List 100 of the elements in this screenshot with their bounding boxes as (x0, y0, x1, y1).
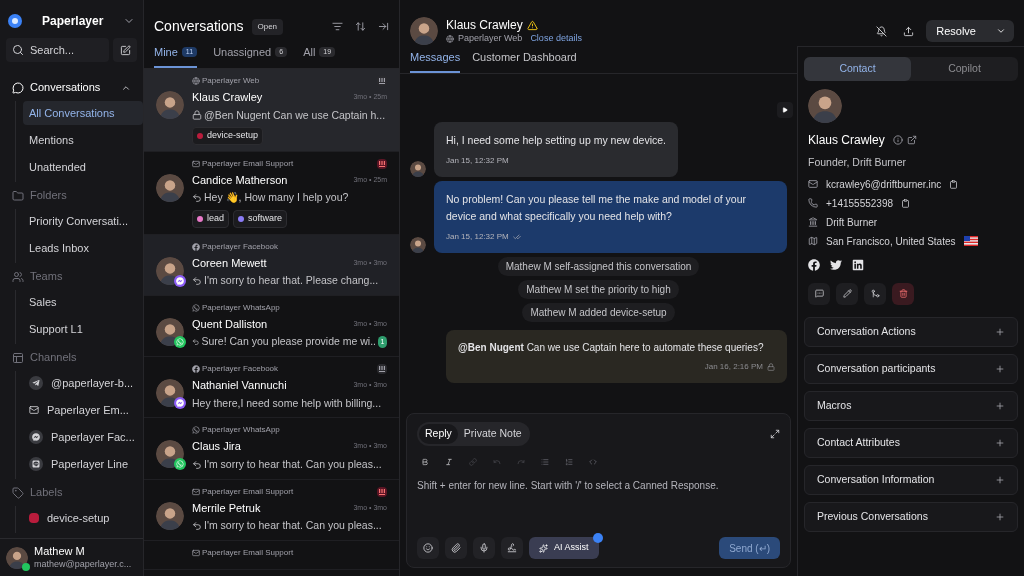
read-receipt-icon (512, 233, 521, 241)
plus-icon (995, 326, 1005, 337)
section-heading[interactable]: Folders (30, 187, 67, 204)
user-email: mathew@paperlayer.c... (34, 558, 132, 570)
composer-tab[interactable]: Reply (419, 424, 458, 444)
sidebar-item[interactable]: Sales (23, 290, 143, 314)
sidebar-item[interactable]: Unattended (23, 155, 143, 179)
avatar (6, 546, 28, 569)
merge-icon[interactable] (864, 282, 886, 305)
plus-icon (995, 511, 1005, 522)
accordion-section[interactable]: Conversation Information (804, 464, 1018, 495)
accordion-section[interactable]: Previous Conversations (804, 501, 1018, 532)
sidebar-item[interactable]: Paperlayer Line (23, 452, 143, 476)
accordion-section[interactable]: Conversation Actions (804, 316, 1018, 347)
sidebar-item[interactable]: Leads Inbox (23, 236, 143, 260)
workspace-name[interactable]: Paperlayer (42, 12, 104, 30)
telegram-icon (29, 376, 43, 390)
section-heading[interactable]: Teams (30, 268, 63, 285)
contact-name: Merrile Petruk (192, 500, 261, 516)
paperclip-icon[interactable] (445, 537, 467, 559)
info-icon[interactable] (892, 134, 903, 145)
map-icon (808, 236, 818, 246)
export-icon[interactable] (903, 25, 915, 37)
facebook-icon (192, 242, 200, 251)
sparkles-icon (539, 543, 548, 553)
contact-name: Candice Matherson (192, 172, 288, 188)
emoji-icon[interactable] (417, 537, 439, 559)
chat-bubble-icon (29, 457, 43, 471)
section-heading[interactable]: Channels (30, 349, 77, 366)
source-label: Paperlayer Email Support (202, 546, 294, 559)
sort-icon[interactable] (355, 21, 366, 32)
expand-icon[interactable] (770, 428, 780, 439)
section-icon (12, 351, 24, 364)
sidebar-item[interactable]: Paperlayer Em... (23, 398, 143, 422)
copy-icon[interactable] (949, 179, 959, 189)
panel-tab[interactable]: Contact (804, 57, 911, 81)
status-tag[interactable]: Open (251, 18, 284, 35)
microphone-icon[interactable] (473, 537, 495, 559)
sidebar-item[interactable]: device-setup (23, 506, 143, 530)
accordion-section[interactable]: Contact Attributes (804, 427, 1018, 458)
source-label: Paperlayer WhatsApp (202, 424, 280, 437)
sidebar-item[interactable]: Support L1 (23, 317, 143, 341)
composer-tab[interactable]: Private Note (457, 424, 528, 444)
sidebar-item[interactable]: Mentions (23, 128, 143, 152)
external-link-icon[interactable] (906, 134, 917, 145)
message-icon[interactable] (808, 282, 830, 305)
mail-icon (192, 487, 200, 496)
plus-icon (995, 437, 1005, 448)
sidebar-item[interactable]: All Conversations (23, 101, 143, 125)
contact-name: Nathaniel Vannuchi (192, 378, 287, 393)
search-input[interactable]: Search... (30, 41, 100, 59)
linkedin-icon[interactable] (852, 258, 864, 271)
contact-name: Klaus Crawley (808, 131, 885, 149)
contact-name: Coreen Mewett (192, 255, 267, 271)
facebook-icon[interactable] (808, 258, 820, 271)
activity-message: Mathew M set the priority to high (518, 280, 679, 299)
resolve-button[interactable]: Resolve (926, 20, 1014, 42)
message-input[interactable]: Shift + enter for new line. Start with '/' to select a Canned Response. (417, 477, 780, 493)
panel-tab[interactable]: Copilot (911, 57, 1018, 81)
bold-icon[interactable] (421, 457, 429, 466)
edit-icon[interactable] (836, 282, 858, 305)
copy-icon[interactable] (901, 198, 911, 208)
sidebar-item[interactable]: @paperlayer-b... (23, 371, 143, 395)
contact-detail: kcrawley6@driftburner.inc (826, 177, 942, 192)
italic-icon[interactable] (445, 457, 453, 466)
avatar (156, 91, 184, 119)
contact-name: Klaus Crawley (446, 17, 523, 33)
contact-title: Founder, Drift Burner (808, 154, 908, 170)
signature-icon[interactable] (501, 537, 523, 559)
chat-tab[interactable]: Messages (410, 48, 461, 73)
section-icon (12, 81, 24, 94)
message-preview: I'm sorry to hear that. Please chang... (204, 273, 379, 288)
section-heading[interactable]: Labels (30, 484, 63, 501)
search-box[interactable]: Search... (6, 38, 109, 62)
section-heading[interactable]: Conversations (30, 79, 101, 96)
plus-icon (995, 363, 1005, 374)
source-label: Paperlayer Email Support (202, 485, 294, 498)
search-icon (12, 44, 24, 56)
contact-detail: +14155552398 (826, 196, 894, 211)
source-label: Paperlayer Facebook (202, 363, 279, 375)
ai-assist-button[interactable]: AI Assist (529, 537, 599, 559)
mute-icon[interactable] (876, 25, 888, 37)
chat-tab[interactable]: Customer Dashboard (472, 48, 577, 73)
sidebar-item[interactable]: Priority Conversati... (23, 209, 143, 233)
expand-panel-icon[interactable] (777, 102, 793, 118)
close-details-link[interactable]: Close details (530, 32, 582, 45)
conversation-item[interactable]: Paperlayer Email Support (144, 540, 399, 570)
collapse-icon[interactable] (378, 21, 389, 32)
twitter-icon[interactable] (830, 258, 842, 271)
avatar (410, 237, 426, 253)
filter-icon[interactable] (332, 21, 343, 32)
section-icon (12, 270, 24, 283)
delete-icon[interactable] (892, 282, 914, 305)
accordion-section[interactable]: Macros (804, 390, 1018, 421)
whatsapp-badge-icon (174, 458, 186, 471)
compose-button[interactable] (113, 38, 137, 62)
source-label: Paperlayer WhatsApp (202, 301, 280, 314)
accordion-section[interactable]: Conversation participants (804, 353, 1018, 384)
sidebar-item[interactable]: Paperlayer Fac... (23, 425, 143, 449)
avatar (410, 161, 426, 177)
